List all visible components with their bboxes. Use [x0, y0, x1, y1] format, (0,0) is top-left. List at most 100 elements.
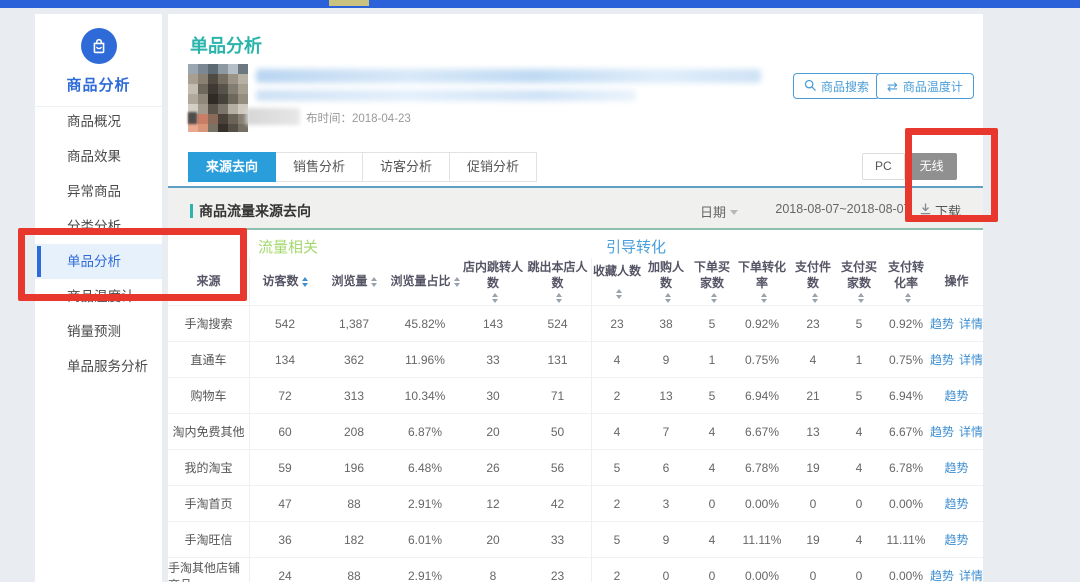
- actions-cell: 趋势: [930, 450, 983, 485]
- sidebar-item-7[interactable]: 单品服务分析: [35, 349, 162, 384]
- trend-link[interactable]: 趋势: [930, 423, 954, 440]
- trend-link[interactable]: 趋势: [944, 495, 968, 512]
- column-header-5[interactable]: 跳出本店人数: [524, 258, 592, 305]
- sidebar: 商品分析 商品概况商品效果异常商品分类分析单品分析商品温度计销量预测单品服务分析: [35, 14, 162, 582]
- value-cell: 60: [250, 414, 320, 449]
- product-search-label: 商品搜索: [821, 78, 869, 95]
- sort-icon[interactable]: [492, 293, 498, 303]
- value-cell: 11.96%: [388, 342, 462, 377]
- sort-icon[interactable]: [812, 293, 818, 303]
- date-dropdown-label: 日期: [700, 202, 726, 221]
- table-row: 手淘其他店铺商品24882.91%8232000.00%000.00%趋势详情: [168, 557, 983, 582]
- column-header-3[interactable]: 浏览量占比: [388, 258, 462, 305]
- value-cell: 6.94%: [734, 378, 790, 413]
- table-row: 直通车13436211.96%331314910.75%410.75%趋势详情: [168, 341, 983, 377]
- download-icon: [920, 203, 931, 218]
- value-cell: 6.67%: [882, 414, 930, 449]
- page: 商品分析 商品概况商品效果异常商品分类分析单品分析商品温度计销量预测单品服务分析…: [0, 0, 1080, 582]
- sidebar-item-3[interactable]: 分类分析: [35, 209, 162, 244]
- sort-icon[interactable]: [556, 293, 562, 303]
- sort-icon[interactable]: [665, 293, 671, 303]
- sort-icon[interactable]: [905, 293, 911, 303]
- value-cell: 10.34%: [388, 378, 462, 413]
- trend-link[interactable]: 趋势: [930, 351, 954, 368]
- value-cell: 72: [250, 378, 320, 413]
- column-header-11[interactable]: 支付买家数: [836, 258, 882, 305]
- product-thermometer-button[interactable]: ⇄ 商品温度计: [876, 73, 974, 99]
- column-header-8[interactable]: 下单买家数: [690, 258, 734, 305]
- value-cell: 12: [462, 486, 524, 521]
- sidebar-item-6[interactable]: 销量预测: [35, 314, 162, 349]
- date-range-value[interactable]: 2018-08-07~2018-08-07: [768, 202, 918, 216]
- column-header-9[interactable]: 下单转化率: [734, 258, 790, 305]
- sort-icon[interactable]: [711, 293, 717, 303]
- tab-3[interactable]: 促销分析: [450, 152, 537, 182]
- sort-icon[interactable]: [761, 293, 767, 303]
- sort-icon[interactable]: [371, 277, 377, 287]
- actions-cell: 趋势详情: [930, 558, 983, 582]
- sidebar-item-2[interactable]: 异常商品: [35, 174, 162, 209]
- value-cell: 33: [462, 342, 524, 377]
- column-header-6[interactable]: 收藏人数: [592, 258, 642, 305]
- source-cell: 手淘搜索: [168, 306, 250, 341]
- detail-link[interactable]: 详情: [959, 423, 983, 440]
- sort-icon[interactable]: [454, 277, 460, 287]
- value-cell: 30: [462, 378, 524, 413]
- column-header-4[interactable]: 店内跳转人数: [462, 258, 524, 305]
- column-header-12[interactable]: 支付转化率: [882, 258, 930, 305]
- sort-icon[interactable]: [302, 277, 308, 287]
- product-search-button[interactable]: 商品搜索: [793, 73, 880, 99]
- tab-0[interactable]: 来源去向: [188, 152, 276, 182]
- table-row: 我的淘宝591966.48%26565646.78%1946.78%趋势: [168, 449, 983, 485]
- value-cell: 182: [320, 522, 388, 557]
- value-cell: 23: [592, 306, 642, 341]
- detail-link[interactable]: 详情: [959, 567, 983, 582]
- trend-link[interactable]: 趋势: [930, 567, 954, 582]
- tab-2[interactable]: 访客分析: [363, 152, 450, 182]
- actions-cell: 趋势: [930, 486, 983, 521]
- blurred-label-chip: [246, 108, 300, 125]
- detail-link[interactable]: 详情: [959, 315, 983, 332]
- trend-link[interactable]: 趋势: [930, 315, 954, 332]
- trend-link[interactable]: 趋势: [944, 387, 968, 404]
- column-label: 支付转化率: [883, 260, 929, 291]
- value-cell: 196: [320, 450, 388, 485]
- column-label: 加购人数: [643, 260, 689, 291]
- sort-icon[interactable]: [616, 289, 622, 299]
- column-label: 下单买家数: [691, 260, 733, 291]
- column-label: 浏览量: [331, 274, 367, 290]
- column-header-7[interactable]: 加购人数: [642, 258, 690, 305]
- value-cell: 19: [790, 450, 836, 485]
- sidebar-item-1[interactable]: 商品效果: [35, 139, 162, 174]
- column-header-1[interactable]: 访客数: [250, 258, 320, 305]
- value-cell: 0.00%: [882, 558, 930, 582]
- column-header-13: 操作: [930, 258, 983, 305]
- trend-link[interactable]: 趋势: [944, 459, 968, 476]
- download-button[interactable]: 下载: [920, 201, 961, 220]
- sidebar-item-4[interactable]: 单品分析: [35, 244, 162, 279]
- value-cell: 13: [642, 378, 690, 413]
- value-cell: 47: [250, 486, 320, 521]
- device-toggle-pc[interactable]: PC: [862, 153, 905, 180]
- date-dropdown[interactable]: 日期: [700, 202, 738, 221]
- column-header-2[interactable]: 浏览量: [320, 258, 388, 305]
- sidebar-item-5[interactable]: 商品温度计: [35, 279, 162, 314]
- value-cell: 0.00%: [882, 486, 930, 521]
- detail-link[interactable]: 详情: [959, 351, 983, 368]
- trend-link[interactable]: 趋势: [944, 531, 968, 548]
- column-header-10[interactable]: 支付件数: [790, 258, 836, 305]
- table-row: 手淘旺信361826.01%203359411.11%19411.11%趋势: [168, 521, 983, 557]
- table-row: 淘内免费其他602086.87%20504746.67%1346.67%趋势详情: [168, 413, 983, 449]
- column-label: 访客数: [262, 274, 298, 290]
- value-cell: 1,387: [320, 306, 388, 341]
- sort-icon[interactable]: [858, 293, 864, 303]
- chevron-down-icon: [730, 210, 738, 215]
- value-cell: 2: [592, 486, 642, 521]
- sidebar-item-0[interactable]: 商品概况: [35, 104, 162, 139]
- tab-1[interactable]: 销售分析: [276, 152, 363, 182]
- value-cell: 0.92%: [882, 306, 930, 341]
- product-image-pixelated: [188, 64, 248, 132]
- value-cell: 23: [524, 558, 592, 582]
- device-toggle-wireless[interactable]: 无线: [907, 153, 957, 180]
- actions-cell: 趋势: [930, 522, 983, 557]
